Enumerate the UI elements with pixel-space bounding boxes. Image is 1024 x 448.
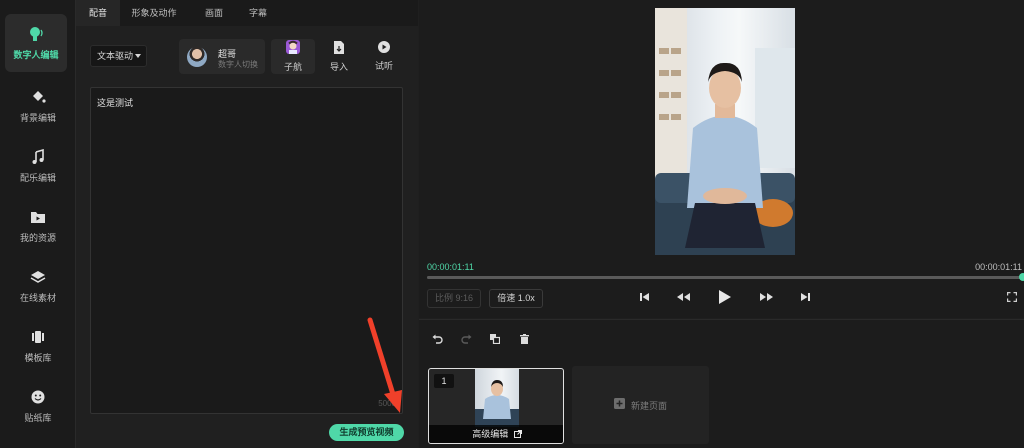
fast-forward-icon	[759, 292, 773, 305]
redo-icon	[460, 334, 472, 347]
tab-scene[interactable]: 画面	[194, 0, 234, 26]
paint-bucket-icon	[30, 89, 46, 105]
sidebar-item-label: 数字人编辑	[13, 49, 59, 60]
current-time: 00:00:01:11	[427, 262, 474, 272]
fullscreen-icon	[1007, 291, 1017, 305]
sidebar-item-digital-human-edit[interactable]: 数字人编辑	[5, 14, 67, 72]
fullscreen-button[interactable]	[1003, 290, 1021, 306]
advanced-edit-label: 高级编辑	[472, 429, 509, 439]
delete-button[interactable]	[517, 333, 531, 347]
import-button[interactable]: 导入	[317, 39, 361, 74]
sidebar-item-label: 模板库	[24, 352, 52, 363]
sidebar: 数字人编辑 背景编辑 配乐编辑 我的资源 在线素材 模板库 贴纸库	[0, 0, 76, 448]
tab-appearance-motion[interactable]: 形象及动作	[124, 0, 184, 26]
sidebar-item-sticker-library[interactable]: 贴纸库	[0, 378, 76, 434]
template-icon	[30, 329, 46, 345]
aspect-ratio-button[interactable]: 比例 9:16	[427, 289, 481, 308]
editor-tabs: 配音 形象及动作 画面 字幕	[76, 0, 418, 26]
tab-voice[interactable]: 配音	[76, 0, 120, 26]
drive-mode-select[interactable]: 文本驱动	[90, 45, 147, 67]
new-page-label: 新建页面	[630, 400, 667, 411]
digital-human-icon	[28, 26, 44, 42]
undo-icon	[432, 334, 443, 347]
sidebar-item-template-library[interactable]: 模板库	[0, 318, 76, 374]
script-textarea[interactable]: 这是测试 5000	[90, 87, 403, 414]
trash-icon	[519, 333, 529, 347]
skip-start-icon	[640, 292, 650, 305]
avatar-switch-card[interactable]: 超哥 数字人切换	[179, 39, 265, 74]
sticker-icon	[30, 389, 46, 405]
sidebar-item-label: 背景编辑	[19, 112, 56, 123]
playback-speed-button[interactable]: 倍速 1.0x	[489, 289, 543, 308]
tab-subtitles[interactable]: 字幕	[238, 0, 278, 26]
progress-fill	[427, 276, 1024, 279]
listen-button[interactable]: 试听	[362, 39, 406, 74]
page-thumbnail	[475, 369, 519, 427]
voice-select-button[interactable]: 子航	[271, 39, 315, 74]
listen-label: 试听	[374, 61, 393, 71]
voice-name: 子航	[283, 62, 302, 72]
skip-end-icon	[800, 292, 810, 305]
folder-icon	[30, 209, 46, 225]
total-time: 00:00:01:11	[975, 262, 1022, 272]
progress-handle[interactable]	[1019, 273, 1024, 281]
sidebar-item-my-resources[interactable]: 我的资源	[0, 198, 76, 254]
redo-button[interactable]	[459, 333, 473, 347]
external-link-icon	[511, 429, 522, 439]
sidebar-item-label: 配乐编辑	[19, 172, 56, 183]
play-icon	[718, 289, 731, 307]
sidebar-item-online-assets[interactable]: 在线素材	[0, 258, 76, 314]
script-text: 这是测试	[97, 98, 134, 108]
sidebar-item-label: 贴纸库	[24, 412, 52, 423]
fast-forward-button[interactable]	[757, 290, 775, 306]
play-button[interactable]	[715, 289, 733, 307]
generate-preview-button[interactable]: 生成预览视频	[329, 424, 404, 441]
import-label: 导入	[329, 61, 348, 72]
presenter-image	[655, 8, 795, 255]
import-file-icon	[333, 40, 345, 57]
page-number: 1	[434, 374, 454, 388]
sidebar-item-label: 我的资源	[19, 232, 56, 243]
rewind-button[interactable]	[674, 290, 692, 306]
duplicate-button[interactable]	[488, 333, 502, 347]
rewind-icon	[676, 292, 690, 305]
playback-progress-bar[interactable]	[427, 273, 1024, 281]
plus-square-icon	[613, 398, 625, 412]
page-timeline: 1 高级编辑 新建页面	[419, 319, 1024, 448]
sidebar-item-background-edit[interactable]: 背景编辑	[0, 78, 76, 134]
video-frame	[655, 8, 795, 255]
sidebar-item-music-edit[interactable]: 配乐编辑	[0, 138, 76, 194]
skip-to-start-button[interactable]	[636, 290, 654, 306]
avatar-switch-label: 数字人切换	[218, 60, 258, 69]
copy-icon	[490, 333, 501, 347]
annotation-arrow-icon	[367, 317, 402, 413]
voice-editor-panel: 配音 形象及动作 画面 字幕 文本驱动 超哥 数字人切换 子航 导入 试听 这是…	[76, 0, 418, 448]
layers-icon	[30, 269, 46, 285]
drive-mode-value: 文本驱动	[97, 51, 134, 61]
page-card[interactable]: 1 高级编辑	[428, 368, 564, 444]
play-circle-icon	[378, 41, 390, 56]
sidebar-item-label: 在线素材	[19, 292, 56, 303]
skip-to-end-button[interactable]	[796, 290, 814, 306]
advanced-edit-button[interactable]: 高级编辑	[429, 425, 563, 443]
music-note-icon	[30, 148, 46, 165]
undo-button[interactable]	[430, 333, 444, 347]
chevron-down-icon	[135, 54, 141, 58]
avatar	[187, 47, 207, 67]
new-page-button[interactable]: 新建页面	[572, 366, 709, 444]
voice-avatar-icon	[286, 40, 300, 57]
video-preview-area: 00:00:01:11 00:00:01:11 比例 9:16 倍速 1.0x	[419, 0, 1024, 318]
